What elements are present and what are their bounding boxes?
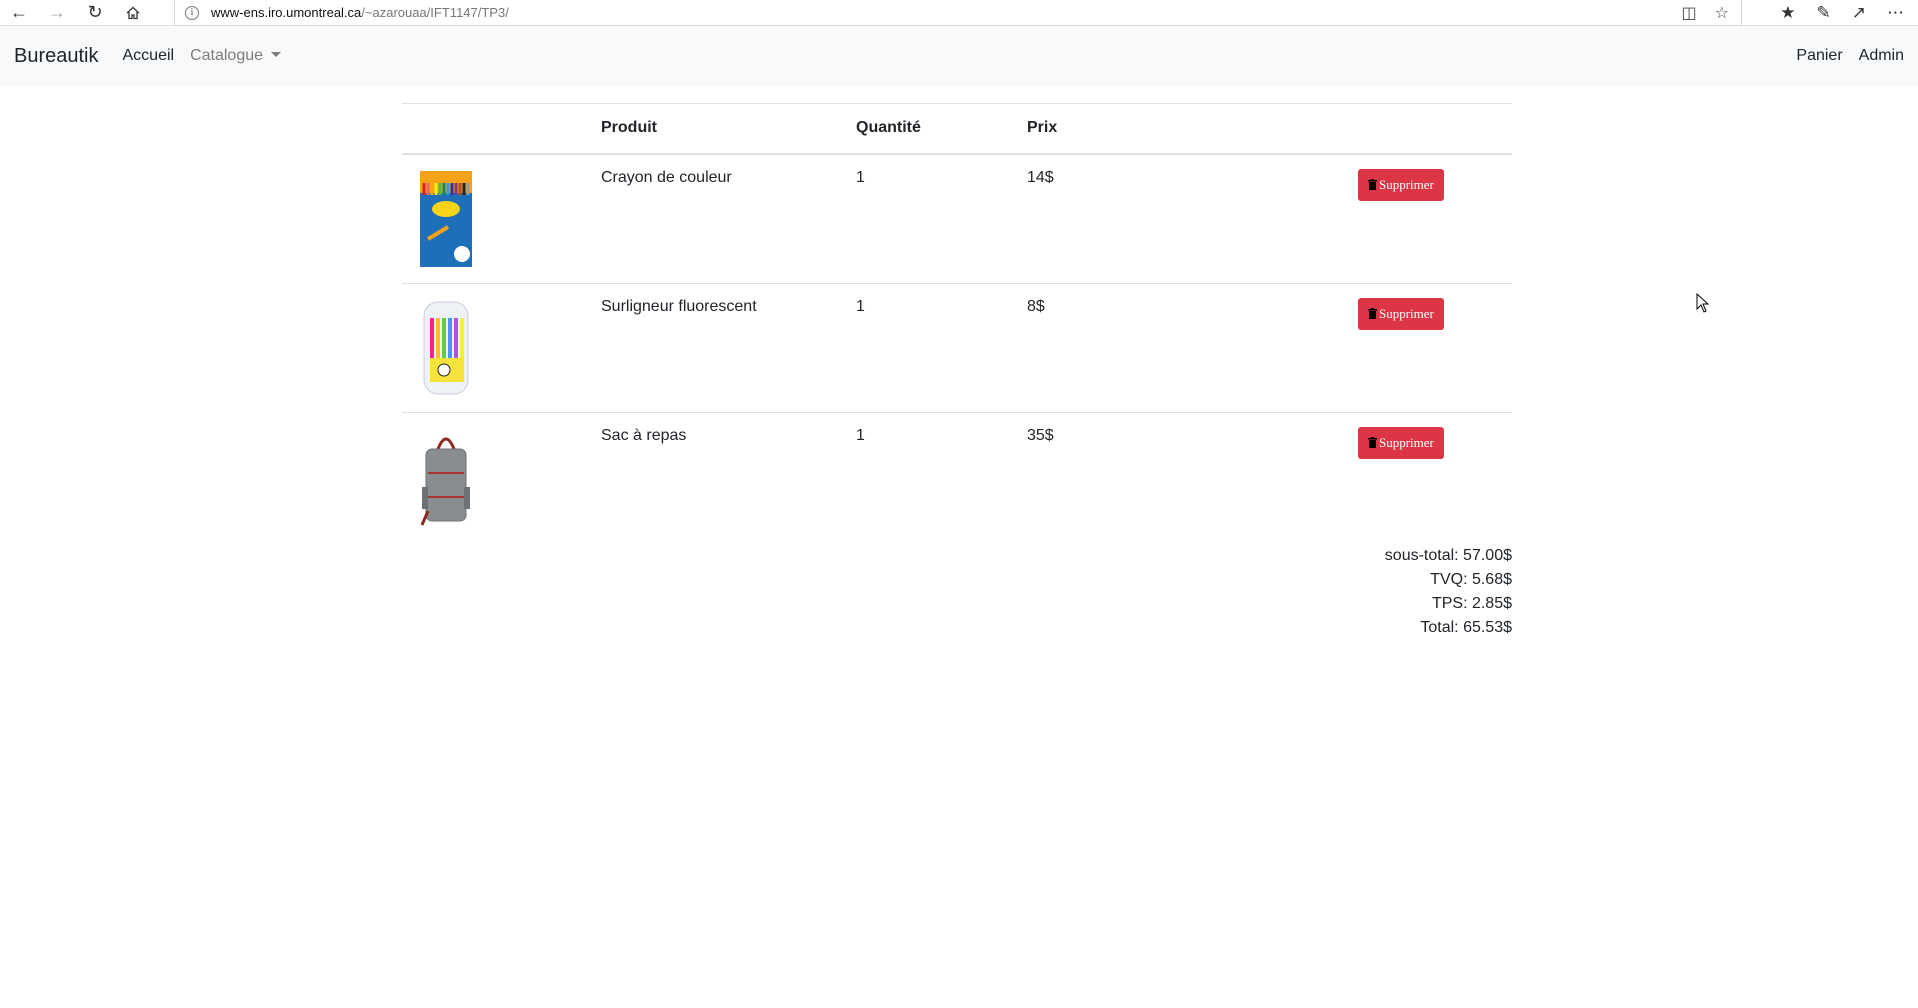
nav-catalog-dropdown[interactable]: Catalogue (190, 47, 282, 65)
product-price: 35$ (1011, 411, 1353, 541)
product-price: 8$ (1011, 282, 1353, 412)
mouse-cursor-icon (1696, 293, 1710, 313)
table-row: Crayon de couleur 1 14$ Supprimer (402, 154, 1512, 284)
product-image-cell (402, 282, 585, 412)
product-actions: Supprimer (1353, 282, 1512, 412)
table-row: Surligneur fluorescent 1 8$ Supprimer (402, 282, 1512, 412)
subtotal-text: sous-total: 57.00$ (1384, 547, 1512, 564)
product-actions: Supprimer (1353, 154, 1512, 284)
product-actions: Supprimer (1353, 411, 1512, 541)
tps-text: TPS: 2.85$ (1431, 595, 1512, 612)
brand-logo[interactable]: Bureautik (14, 45, 99, 68)
trash-icon (1368, 179, 1377, 190)
share-icon[interactable]: ↗ (1852, 3, 1866, 23)
header-quantity: Quantité (840, 103, 1011, 155)
delete-button[interactable]: Supprimer (1358, 426, 1444, 459)
product-image-cell (402, 411, 585, 541)
header-image (402, 103, 585, 155)
highlighters-image (423, 301, 469, 394)
nav-cart[interactable]: Panier (1796, 47, 1842, 65)
url-text: www-ens.iro.umontreal.ca/~azarouaa/IFT11… (211, 5, 509, 20)
product-name: Sac à repas (585, 411, 840, 541)
trash-icon (1368, 437, 1377, 448)
delete-button-label: Supprimer (1379, 176, 1434, 192)
table-header-row: Produit Quantité Prix (402, 103, 1512, 155)
site-navbar: Bureautik Accueil Catalogue Panier Admin (0, 26, 1918, 86)
colored-pencils-image (420, 170, 472, 267)
product-name: Surligneur fluorescent (585, 282, 840, 412)
nav-home[interactable]: Accueil (123, 47, 175, 65)
pen-icon[interactable]: ✎ (1817, 3, 1831, 23)
header-actions (1353, 103, 1512, 155)
caret-down-icon (271, 52, 282, 57)
browser-toolbar: ← → ↻ i www-ens.iro.umontreal.ca/~azarou… (0, 0, 1918, 26)
product-image-cell (402, 154, 585, 284)
home-icon[interactable] (114, 0, 152, 26)
nav-admin[interactable]: Admin (1859, 47, 1904, 65)
cart-table: Produit Quantité Prix Crayon de couleur … (402, 103, 1512, 541)
product-price: 14$ (1027, 168, 1054, 186)
favorites-icon[interactable]: ★ (1780, 3, 1795, 23)
header-product: Produit (585, 103, 840, 155)
favorite-star-icon[interactable]: ☆ (1715, 3, 1729, 23)
more-icon[interactable]: ⋯ (1887, 3, 1904, 23)
forward-icon[interactable]: → (38, 0, 76, 26)
header-price: Prix (1011, 103, 1353, 155)
reading-view-icon[interactable]: ◫ (1682, 3, 1697, 23)
trash-icon (1368, 308, 1377, 319)
total-text: Total: 65.53$ (1420, 619, 1512, 636)
cart-container: Produit Quantité Prix Crayon de couleur … (402, 103, 1512, 541)
table-row: Sac à repas 1 35$ Supprimer (402, 411, 1512, 541)
address-bar[interactable]: i www-ens.iro.umontreal.ca/~azarouaa/IFT… (174, 0, 1742, 26)
nav-catalog-label: Catalogue (190, 47, 264, 64)
delete-button[interactable]: Supprimer (1358, 297, 1444, 330)
delete-button-label: Supprimer (1379, 434, 1434, 450)
product-name: Crayon de couleur (601, 168, 732, 186)
refresh-icon[interactable]: ↻ (76, 0, 114, 26)
info-icon[interactable]: i (185, 5, 199, 20)
delete-button-label: Supprimer (1379, 305, 1434, 321)
product-quantity: 1 (856, 168, 865, 186)
tvq-text: TVQ: 5.68$ (1430, 571, 1512, 588)
product-quantity: 1 (840, 411, 1011, 541)
back-icon[interactable]: ← (0, 0, 38, 26)
cart-totals: sous-total: 57.00$ TVQ: 5.68$ TPS: 2.85$… (1385, 544, 1512, 640)
delete-button[interactable]: Supprimer (1358, 168, 1444, 201)
product-quantity: 1 (840, 282, 1011, 412)
lunch-bag-image (420, 437, 470, 526)
